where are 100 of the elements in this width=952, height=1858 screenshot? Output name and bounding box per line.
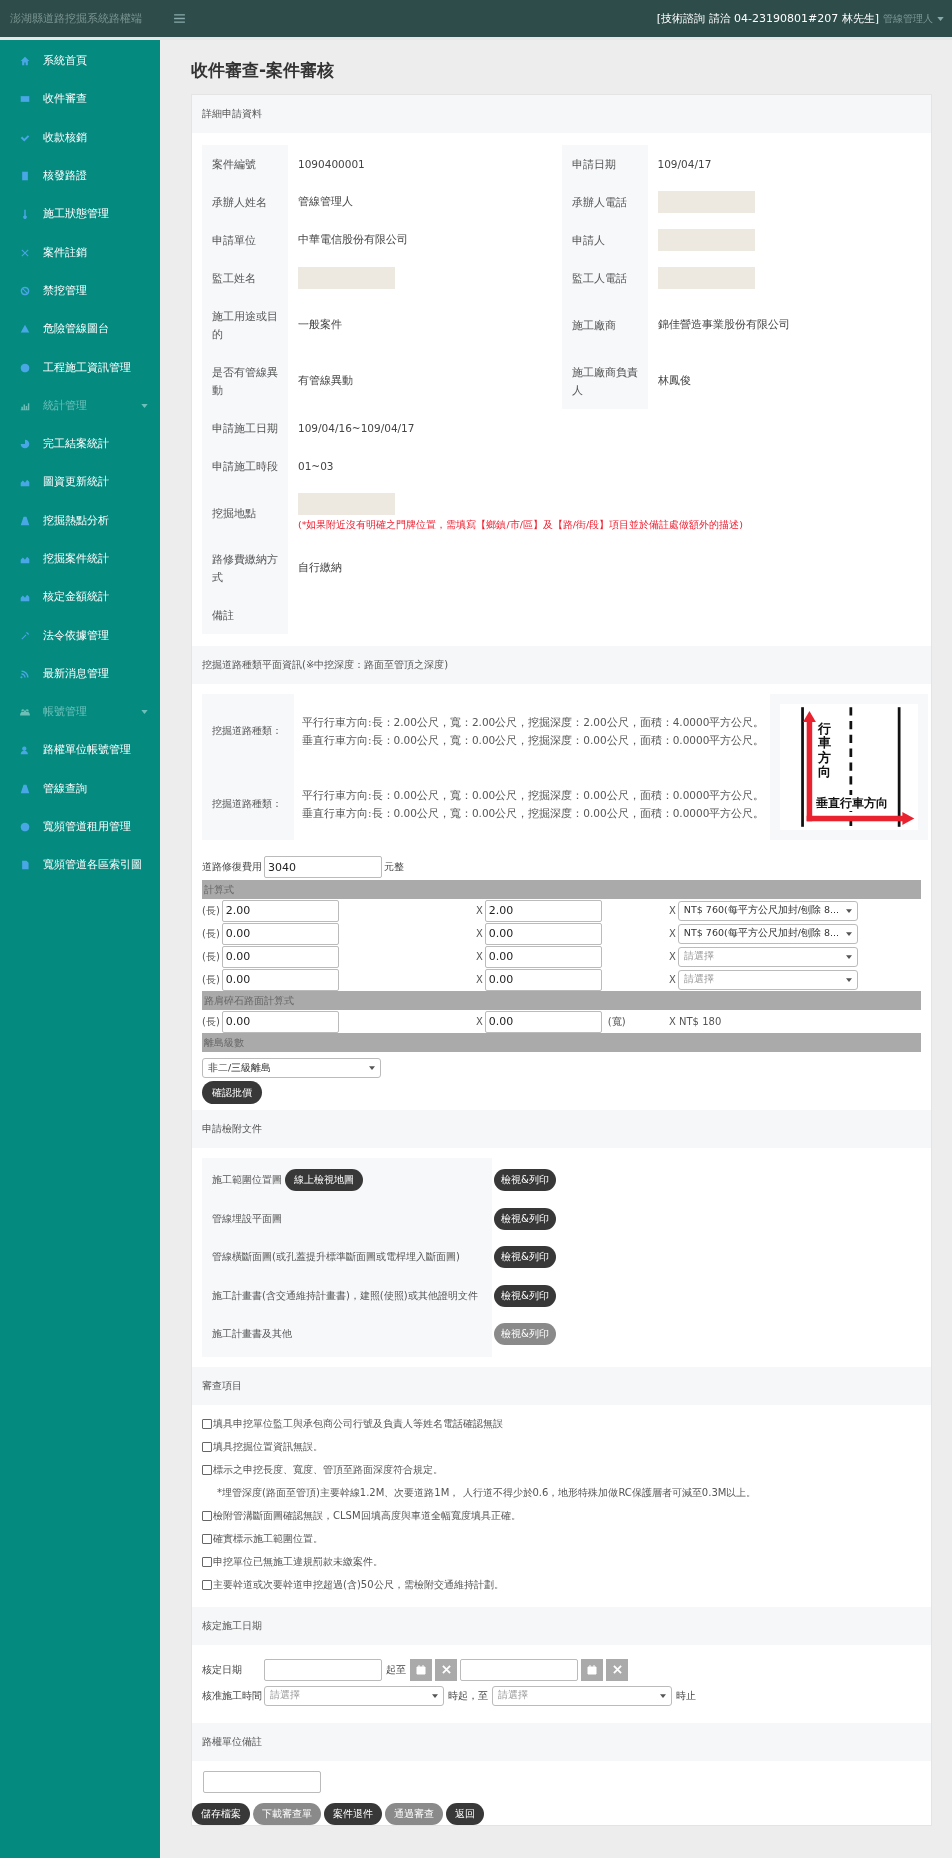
calendar-button[interactable] [410,1658,432,1681]
note-text: (*如果附近沒有明確之門牌位置，需填寫【鄉鎮/市/區】及【路/街/段】項目並於備註處做額外的描述) [298,519,744,532]
clear-button[interactable] [606,1658,628,1681]
checkbox[interactable] [202,1419,212,1429]
time-select[interactable]: 請選擇 [492,1685,672,1706]
checkbox[interactable] [202,1511,212,1521]
time-select[interactable]: 請選擇 [264,1685,444,1706]
sidebar-item[interactable]: 寬頻管道租用管理 [0,807,160,847]
bar-chart-icon [20,400,30,411]
view-print-button[interactable]: 檢視&列印 [494,1284,556,1307]
field-value: 109/04/17 [657,158,713,170]
rate-select[interactable]: 請選擇 [677,946,858,967]
checkbox-label: 確實標示施工範圍位置。 [213,1532,323,1546]
sidebar-item[interactable]: 完工結案統計 [0,424,160,464]
view-print-button[interactable]: 檢視&列印 [494,1207,556,1230]
checkbox[interactable] [202,1580,212,1590]
checkbox-label: 申挖單位已無施工違規罰款未繳案件。 [213,1555,383,1569]
map-button[interactable]: 線上檢視地圖 [285,1169,363,1192]
calendar-button[interactable] [581,1658,603,1681]
sidebar-item[interactable]: 寬頻管道各區索引圖 [0,846,160,885]
view-print-button[interactable]: 檢視&列印 [494,1169,556,1192]
remarks-input[interactable] [203,1770,321,1793]
area-chart-icon [20,477,30,488]
field-value: 自行繳納 [298,561,343,575]
action-button[interactable]: 返回 [446,1802,484,1825]
island-select[interactable]: 非二/三級離島 [202,1058,381,1078]
checkbox[interactable] [202,1557,212,1567]
sidebar-item[interactable]: 案件註銷 [0,233,160,272]
multiply-sign: X [669,974,676,985]
field-label: 案件編號 [202,145,288,183]
sidebar-item[interactable]: 收件審查 [0,80,160,119]
caret-icon[interactable] [937,16,944,21]
width-input[interactable]: 0.00 [484,1010,602,1033]
clear-button[interactable] [435,1658,457,1681]
sidebar-item[interactable]: 工程施工資訊管理 [0,348,160,387]
date-input[interactable] [264,1658,382,1681]
width-input[interactable]: 0.00 [484,968,602,991]
sidebar-item[interactable]: 核發路證 [0,156,160,196]
checkbox[interactable] [202,1465,212,1475]
sidebar-item[interactable]: 施工狀態管理 [0,195,160,234]
action-button[interactable]: 案件退件 [324,1802,382,1825]
field-label: 挖掘道路種類： [211,723,283,738]
sidebar-item[interactable]: 系統首頁 [0,42,160,81]
document-label: 施工範圍位置圖 [212,1173,282,1188]
confirm-price-button[interactable]: 確認批價 [202,1081,262,1104]
sidebar-item[interactable]: 挖掘案件統計 [0,539,160,579]
field-label: (長) [202,1014,220,1029]
action-button[interactable]: 儲存檔案 [192,1802,250,1825]
checkbox-label: 填具申挖單位監工與承包商公司行號及負責人等姓名電話確認無誤 [213,1417,503,1431]
pie-chart-icon [20,439,30,450]
multiply-sign: X [476,928,483,939]
width-input[interactable]: 0.00 [484,922,602,945]
calendar-icon [416,1664,426,1675]
length-input[interactable]: 0.00 [221,1010,339,1033]
rate-select[interactable]: NT$ 760(每平方公尺加封/刨除 8... [677,923,858,944]
width-input[interactable]: 0.00 [484,945,602,968]
document-label: 施工計畫書(含交通維持計畫書)，建照(使照)或其他證明文件 [212,1288,478,1303]
field-label: 監工姓名 [202,259,288,297]
sidebar-item[interactable]: 挖掘熱點分析 [0,501,160,540]
menu-icon[interactable] [174,14,185,23]
sidebar-item[interactable]: 法令依據管理 [0,616,160,655]
length-input[interactable]: 2.00 [221,899,339,922]
app-title: 澎湖縣道路挖掘系統路權端 [9,11,143,26]
width-input[interactable]: 2.00 [484,899,602,922]
length-input[interactable]: 0.00 [221,922,339,945]
sidebar-item[interactable]: 圖資更新統計 [0,463,160,502]
direction-label: 行車方向 [818,722,832,780]
fee-input[interactable]: 3040 [264,856,382,878]
caret-icon [141,710,148,715]
sidebar-item[interactable]: 禁挖管理 [0,271,160,311]
calendar-icon [587,1664,597,1675]
rate-text: X NT$ 180 [669,1016,722,1027]
date-input[interactable] [460,1658,578,1681]
sidebar-item[interactable]: 最新消息管理 [0,654,160,694]
field-label: 申請施工時段 [202,447,288,485]
ban-icon [20,285,30,296]
sidebar-item[interactable]: 危險管線圖台 [0,310,160,349]
dimension-text: 垂直行車方向:長：0.00公尺，寬：0.00公尺，挖掘深度：0.00公尺，面積：0.0000平方公尺。 [302,732,765,748]
length-input[interactable]: 0.00 [221,945,339,968]
checkbox[interactable] [202,1534,212,1544]
field-label: 申請日期 [561,145,648,183]
caret-icon [369,1066,375,1070]
multiply-sign: X [669,951,676,962]
thermometer-icon [20,209,30,220]
checkbox-label: 標示之申挖長度、寬度、管頂至路面深度符合規定。 [213,1463,443,1477]
field-label: (長) [202,949,220,964]
sidebar-item[interactable]: 核定金額統計 [0,578,160,617]
multiply-sign: X [476,951,483,962]
sidebar-item[interactable]: 管線查詢 [0,769,160,808]
user-menu[interactable]: 管線管理人 [883,11,933,26]
page-title: 收件審查-案件審核 [191,59,336,82]
sidebar-item[interactable]: 路權單位帳號管理 [0,731,160,770]
caret-icon [845,977,852,982]
rate-select[interactable]: 請選擇 [677,969,858,990]
length-input[interactable]: 0.00 [221,968,339,991]
rate-select[interactable]: NT$ 760(每平方公尺加封/刨除 8... [677,900,858,921]
checkbox-label: 檢附管溝斷面圖確認無誤，CLSM回填高度與車道全幅寬度填具正確。 [213,1509,521,1523]
checkbox[interactable] [202,1442,212,1452]
sidebar-item[interactable]: 收款核銷 [0,118,160,157]
view-print-button[interactable]: 檢視&列印 [494,1246,556,1269]
